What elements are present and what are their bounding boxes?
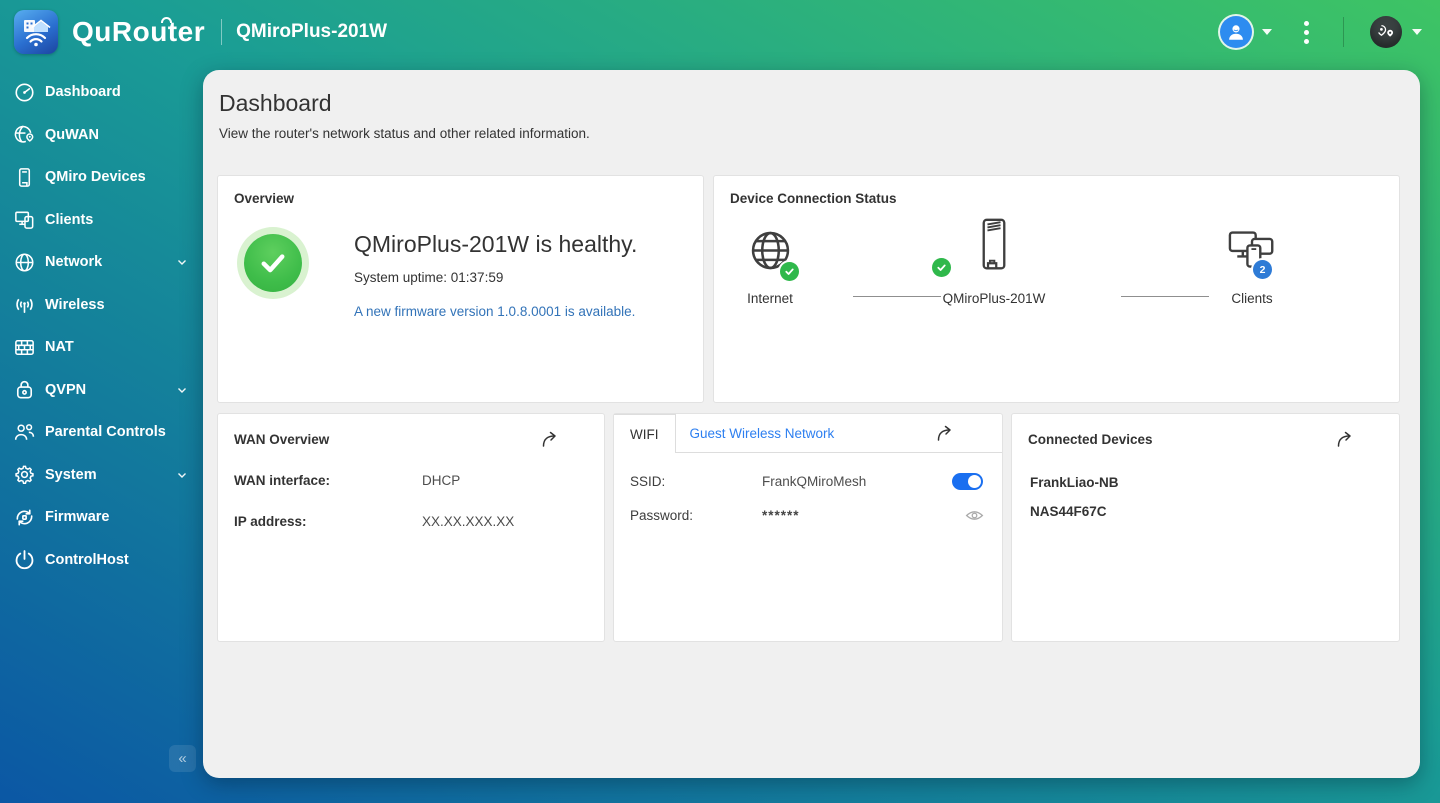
wifi-card: WIFI Guest Wireless Network SSID: FrankQ… [613, 413, 1003, 642]
header-device-name: QMiroPlus-201W [236, 21, 388, 42]
network-icon [13, 251, 36, 274]
tab-wifi[interactable]: WIFI [614, 414, 676, 453]
ssid-toggle[interactable] [952, 473, 983, 490]
parental-controls-icon [13, 421, 36, 444]
region-menu-caret-icon[interactable] [1412, 29, 1422, 35]
sidebar-item-nat[interactable]: NAT [0, 326, 203, 369]
show-password-eye-icon[interactable] [964, 505, 985, 526]
sidebar-item-qvpn[interactable]: QVPN [0, 369, 203, 412]
wan-interface-label: WAN interface: [234, 473, 331, 488]
sidebar: Dashboard QuWAN QMiro Devices Clients Ne… [0, 64, 203, 803]
health-check-icon [244, 234, 302, 292]
router-device-icon [973, 217, 1015, 278]
sidebar-item-clients[interactable]: Clients [0, 199, 203, 242]
connection-card-title: Device Connection Status [730, 191, 897, 206]
wan-interface-value: DHCP [422, 473, 461, 488]
user-menu-caret-icon[interactable] [1262, 29, 1272, 35]
power-icon [13, 548, 36, 571]
topbar: QuRouter QMiroPlus-201W [0, 0, 1440, 64]
router-label: QMiroPlus-201W [942, 291, 1046, 306]
ip-address-row: IP address: XX.XX.XXX.XX [234, 514, 588, 529]
page-subtitle: View the router's network status and oth… [219, 126, 590, 141]
sidebar-item-controlhost[interactable]: ControlHost [0, 539, 203, 582]
system-uptime-text: System uptime: 01:37:59 [354, 270, 504, 285]
app-name: QuRouter [72, 16, 206, 47]
qurouter-logo-icon [14, 10, 58, 54]
clients-label: Clients [1231, 291, 1273, 306]
device-connection-status-card: Device Connection Status Internet QMiroP… [713, 175, 1400, 403]
overview-card-title: Overview [234, 191, 295, 206]
password-label: Password: [630, 508, 694, 523]
health-status-text: QMiroPlus-201W is healthy. [354, 231, 638, 257]
internet-node: Internet [730, 226, 810, 306]
connected-devices-card: Connected Devices FrankLiao-NB NAS44F67C [1011, 413, 1400, 642]
user-avatar[interactable] [1220, 16, 1252, 48]
wan-card-title: WAN Overview [234, 432, 330, 447]
firmware-update-icon [13, 506, 36, 529]
sidebar-item-network[interactable]: Network [0, 241, 203, 284]
main-panel: Dashboard View the router's network stat… [203, 70, 1420, 778]
wireless-icon [13, 293, 36, 316]
sidebar-item-parental-controls[interactable]: Parental Controls [0, 411, 203, 454]
password-value: ****** [762, 508, 800, 523]
qvpn-icon [13, 378, 36, 401]
wan-overview-card: WAN Overview WAN interface: DHCP IP addr… [217, 413, 605, 642]
clients-node: 2 Clients [1192, 226, 1312, 306]
quwan-icon [13, 123, 36, 146]
sidebar-item-system[interactable]: System [0, 454, 203, 497]
logo-accent-mark [160, 17, 172, 23]
tab-guest-wireless-network[interactable]: Guest Wireless Network [676, 414, 849, 452]
overview-card: Overview QMiroPlus-201W is healthy. Syst… [217, 175, 704, 403]
qurouter-app: QuRouter QMiroPlus-201W Dashboard QuWAN … [0, 0, 1440, 803]
header-divider [221, 19, 223, 45]
chevron-down-icon[interactable] [175, 468, 189, 482]
nat-icon [13, 336, 36, 359]
password-row: Password: ****** [630, 505, 986, 526]
sidebar-item-wireless[interactable]: Wireless [0, 284, 203, 327]
internet-status-check-icon [779, 262, 799, 281]
ip-address-label: IP address: [234, 514, 307, 529]
ssid-value: FrankQMiroMesh [762, 474, 867, 489]
sidebar-item-quwan[interactable]: QuWAN [0, 114, 203, 157]
internet-label: Internet [747, 291, 793, 306]
sidebar-item-qmiro-devices[interactable]: QMiro Devices [0, 156, 203, 199]
ssid-row: SSID: FrankQMiroMesh [630, 473, 986, 490]
chevron-down-icon[interactable] [175, 383, 189, 397]
sidebar-item-dashboard[interactable]: Dashboard [0, 71, 203, 114]
router-node: QMiroPlus-201W [894, 217, 1094, 306]
connected-devices-redirect-arrow-icon[interactable] [1335, 430, 1354, 449]
sidebar-collapse-button[interactable]: « [169, 745, 196, 772]
connected-device-name: FrankLiao-NB [1030, 475, 1119, 490]
wan-redirect-arrow-icon[interactable] [540, 430, 559, 449]
ssid-label: SSID: [630, 474, 666, 489]
qmiro-devices-icon [13, 166, 36, 189]
router-status-check-icon [932, 258, 951, 277]
region-globe-icon[interactable] [1370, 16, 1402, 48]
dashboard-icon [13, 81, 36, 104]
wifi-tabbar: WIFI Guest Wireless Network [614, 414, 1002, 453]
ip-address-value: XX.XX.XXX.XX [422, 514, 515, 529]
system-gear-icon [13, 463, 36, 486]
wifi-redirect-arrow-icon[interactable] [935, 424, 954, 443]
connected-device-name: NAS44F67C [1030, 504, 1107, 519]
sidebar-item-firmware[interactable]: Firmware [0, 496, 203, 539]
more-options-icon[interactable] [1296, 17, 1317, 48]
wan-interface-row: WAN interface: DHCP [234, 473, 588, 488]
header-vertical-divider [1343, 17, 1344, 47]
clients-count-badge: 2 [1253, 260, 1272, 279]
firmware-update-link[interactable]: A new firmware version 1.0.8.0001 is ava… [354, 304, 635, 319]
connected-devices-title: Connected Devices [1028, 432, 1153, 447]
clients-icon [13, 208, 36, 231]
page-title: Dashboard [219, 90, 332, 116]
chevron-down-icon[interactable] [175, 255, 189, 269]
